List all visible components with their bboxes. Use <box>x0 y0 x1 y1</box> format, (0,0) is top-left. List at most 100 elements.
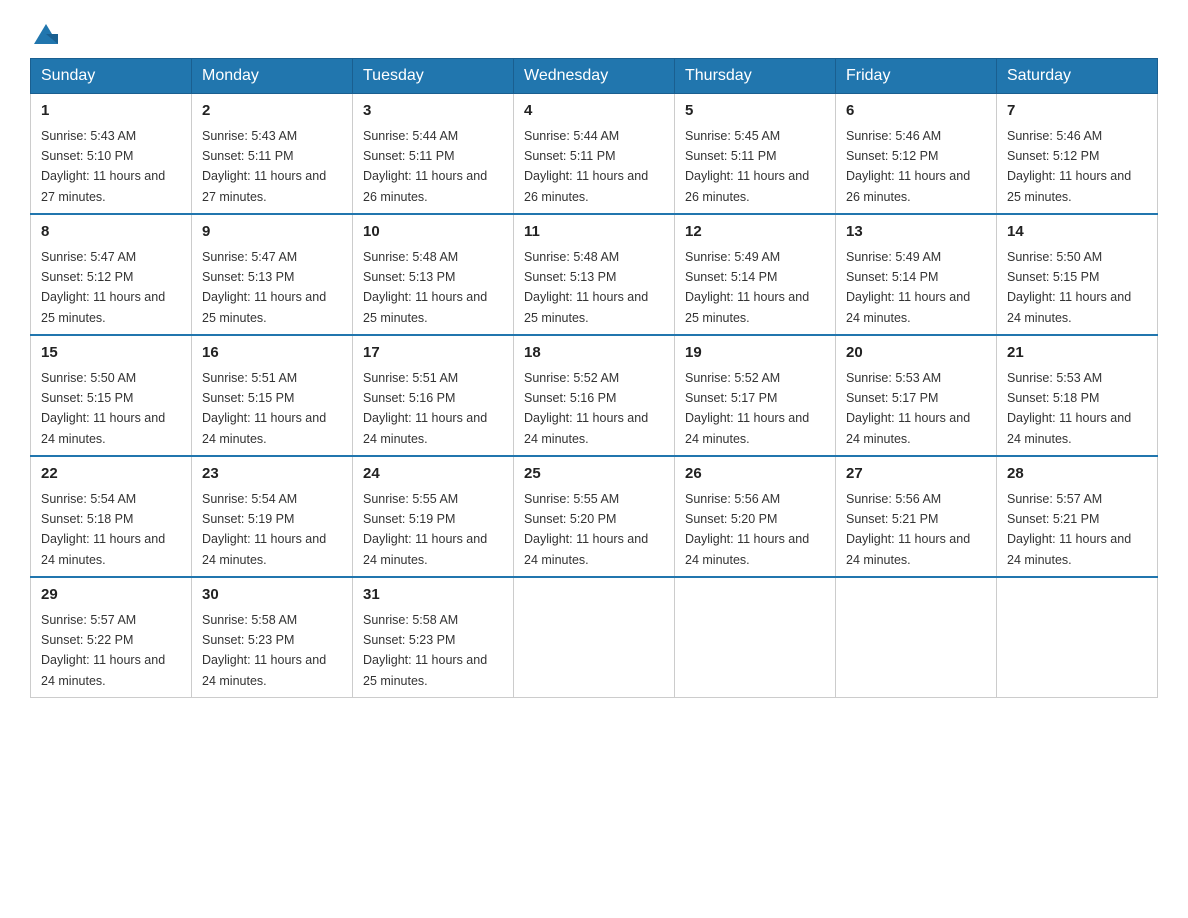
calendar-day-cell: 21 Sunrise: 5:53 AMSunset: 5:18 PMDaylig… <box>997 335 1158 456</box>
header-sunday: Sunday <box>31 59 192 94</box>
day-number: 5 <box>685 100 825 123</box>
weekday-header-row: SundayMondayTuesdayWednesdayThursdayFrid… <box>31 59 1158 94</box>
day-info: Sunrise: 5:48 AMSunset: 5:13 PMDaylight:… <box>363 250 487 325</box>
day-number: 18 <box>524 342 664 365</box>
day-number: 30 <box>202 584 342 607</box>
day-info: Sunrise: 5:47 AMSunset: 5:12 PMDaylight:… <box>41 250 165 325</box>
day-info: Sunrise: 5:52 AMSunset: 5:17 PMDaylight:… <box>685 371 809 446</box>
header-saturday: Saturday <box>997 59 1158 94</box>
day-number: 26 <box>685 463 825 486</box>
day-info: Sunrise: 5:50 AMSunset: 5:15 PMDaylight:… <box>41 371 165 446</box>
day-info: Sunrise: 5:46 AMSunset: 5:12 PMDaylight:… <box>846 129 970 204</box>
header-tuesday: Tuesday <box>353 59 514 94</box>
calendar-day-cell <box>836 577 997 698</box>
calendar-day-cell: 16 Sunrise: 5:51 AMSunset: 5:15 PMDaylig… <box>192 335 353 456</box>
day-number: 20 <box>846 342 986 365</box>
calendar-day-cell: 22 Sunrise: 5:54 AMSunset: 5:18 PMDaylig… <box>31 456 192 577</box>
day-number: 9 <box>202 221 342 244</box>
calendar-day-cell: 27 Sunrise: 5:56 AMSunset: 5:21 PMDaylig… <box>836 456 997 577</box>
calendar-day-cell: 9 Sunrise: 5:47 AMSunset: 5:13 PMDayligh… <box>192 214 353 335</box>
day-number: 10 <box>363 221 503 244</box>
calendar-day-cell: 10 Sunrise: 5:48 AMSunset: 5:13 PMDaylig… <box>353 214 514 335</box>
calendar-week-row: 22 Sunrise: 5:54 AMSunset: 5:18 PMDaylig… <box>31 456 1158 577</box>
calendar-day-cell: 26 Sunrise: 5:56 AMSunset: 5:20 PMDaylig… <box>675 456 836 577</box>
calendar-day-cell: 6 Sunrise: 5:46 AMSunset: 5:12 PMDayligh… <box>836 94 997 215</box>
header-friday: Friday <box>836 59 997 94</box>
calendar-day-cell: 3 Sunrise: 5:44 AMSunset: 5:11 PMDayligh… <box>353 94 514 215</box>
day-info: Sunrise: 5:46 AMSunset: 5:12 PMDaylight:… <box>1007 129 1131 204</box>
calendar-day-cell: 5 Sunrise: 5:45 AMSunset: 5:11 PMDayligh… <box>675 94 836 215</box>
calendar-day-cell: 4 Sunrise: 5:44 AMSunset: 5:11 PMDayligh… <box>514 94 675 215</box>
calendar-day-cell: 13 Sunrise: 5:49 AMSunset: 5:14 PMDaylig… <box>836 214 997 335</box>
day-number: 4 <box>524 100 664 123</box>
day-info: Sunrise: 5:52 AMSunset: 5:16 PMDaylight:… <box>524 371 648 446</box>
calendar-week-row: 8 Sunrise: 5:47 AMSunset: 5:12 PMDayligh… <box>31 214 1158 335</box>
calendar-day-cell <box>514 577 675 698</box>
calendar-day-cell: 15 Sunrise: 5:50 AMSunset: 5:15 PMDaylig… <box>31 335 192 456</box>
calendar-day-cell <box>997 577 1158 698</box>
day-info: Sunrise: 5:53 AMSunset: 5:17 PMDaylight:… <box>846 371 970 446</box>
calendar-day-cell: 25 Sunrise: 5:55 AMSunset: 5:20 PMDaylig… <box>514 456 675 577</box>
day-info: Sunrise: 5:57 AMSunset: 5:22 PMDaylight:… <box>41 613 165 688</box>
day-number: 2 <box>202 100 342 123</box>
day-info: Sunrise: 5:51 AMSunset: 5:15 PMDaylight:… <box>202 371 326 446</box>
logo <box>30 20 60 48</box>
day-info: Sunrise: 5:45 AMSunset: 5:11 PMDaylight:… <box>685 129 809 204</box>
day-number: 21 <box>1007 342 1147 365</box>
calendar-day-cell: 2 Sunrise: 5:43 AMSunset: 5:11 PMDayligh… <box>192 94 353 215</box>
day-info: Sunrise: 5:49 AMSunset: 5:14 PMDaylight:… <box>685 250 809 325</box>
calendar-day-cell: 23 Sunrise: 5:54 AMSunset: 5:19 PMDaylig… <box>192 456 353 577</box>
day-info: Sunrise: 5:51 AMSunset: 5:16 PMDaylight:… <box>363 371 487 446</box>
day-info: Sunrise: 5:54 AMSunset: 5:18 PMDaylight:… <box>41 492 165 567</box>
day-info: Sunrise: 5:48 AMSunset: 5:13 PMDaylight:… <box>524 250 648 325</box>
calendar-day-cell: 8 Sunrise: 5:47 AMSunset: 5:12 PMDayligh… <box>31 214 192 335</box>
calendar-day-cell: 29 Sunrise: 5:57 AMSunset: 5:22 PMDaylig… <box>31 577 192 698</box>
page-header <box>30 20 1158 48</box>
day-number: 17 <box>363 342 503 365</box>
calendar-day-cell: 18 Sunrise: 5:52 AMSunset: 5:16 PMDaylig… <box>514 335 675 456</box>
day-info: Sunrise: 5:44 AMSunset: 5:11 PMDaylight:… <box>524 129 648 204</box>
calendar-day-cell: 14 Sunrise: 5:50 AMSunset: 5:15 PMDaylig… <box>997 214 1158 335</box>
day-number: 19 <box>685 342 825 365</box>
day-number: 28 <box>1007 463 1147 486</box>
day-info: Sunrise: 5:50 AMSunset: 5:15 PMDaylight:… <box>1007 250 1131 325</box>
calendar-week-row: 1 Sunrise: 5:43 AMSunset: 5:10 PMDayligh… <box>31 94 1158 215</box>
day-number: 11 <box>524 221 664 244</box>
day-info: Sunrise: 5:53 AMSunset: 5:18 PMDaylight:… <box>1007 371 1131 446</box>
day-number: 31 <box>363 584 503 607</box>
calendar-day-cell: 7 Sunrise: 5:46 AMSunset: 5:12 PMDayligh… <box>997 94 1158 215</box>
day-number: 24 <box>363 463 503 486</box>
calendar-day-cell: 31 Sunrise: 5:58 AMSunset: 5:23 PMDaylig… <box>353 577 514 698</box>
day-number: 7 <box>1007 100 1147 123</box>
day-number: 22 <box>41 463 181 486</box>
calendar-table: SundayMondayTuesdayWednesdayThursdayFrid… <box>30 58 1158 698</box>
day-info: Sunrise: 5:55 AMSunset: 5:19 PMDaylight:… <box>363 492 487 567</box>
calendar-day-cell: 19 Sunrise: 5:52 AMSunset: 5:17 PMDaylig… <box>675 335 836 456</box>
calendar-day-cell: 17 Sunrise: 5:51 AMSunset: 5:16 PMDaylig… <box>353 335 514 456</box>
day-info: Sunrise: 5:55 AMSunset: 5:20 PMDaylight:… <box>524 492 648 567</box>
day-info: Sunrise: 5:54 AMSunset: 5:19 PMDaylight:… <box>202 492 326 567</box>
logo-icon <box>32 20 60 48</box>
calendar-day-cell: 11 Sunrise: 5:48 AMSunset: 5:13 PMDaylig… <box>514 214 675 335</box>
day-number: 14 <box>1007 221 1147 244</box>
day-number: 1 <box>41 100 181 123</box>
day-info: Sunrise: 5:44 AMSunset: 5:11 PMDaylight:… <box>363 129 487 204</box>
calendar-day-cell: 20 Sunrise: 5:53 AMSunset: 5:17 PMDaylig… <box>836 335 997 456</box>
header-thursday: Thursday <box>675 59 836 94</box>
calendar-day-cell: 30 Sunrise: 5:58 AMSunset: 5:23 PMDaylig… <box>192 577 353 698</box>
day-number: 8 <box>41 221 181 244</box>
day-number: 13 <box>846 221 986 244</box>
day-info: Sunrise: 5:58 AMSunset: 5:23 PMDaylight:… <box>363 613 487 688</box>
day-number: 25 <box>524 463 664 486</box>
day-number: 27 <box>846 463 986 486</box>
day-number: 3 <box>363 100 503 123</box>
header-wednesday: Wednesday <box>514 59 675 94</box>
calendar-week-row: 15 Sunrise: 5:50 AMSunset: 5:15 PMDaylig… <box>31 335 1158 456</box>
day-number: 16 <box>202 342 342 365</box>
day-info: Sunrise: 5:43 AMSunset: 5:11 PMDaylight:… <box>202 129 326 204</box>
day-info: Sunrise: 5:56 AMSunset: 5:21 PMDaylight:… <box>846 492 970 567</box>
calendar-day-cell <box>675 577 836 698</box>
day-info: Sunrise: 5:43 AMSunset: 5:10 PMDaylight:… <box>41 129 165 204</box>
day-info: Sunrise: 5:57 AMSunset: 5:21 PMDaylight:… <box>1007 492 1131 567</box>
day-number: 15 <box>41 342 181 365</box>
